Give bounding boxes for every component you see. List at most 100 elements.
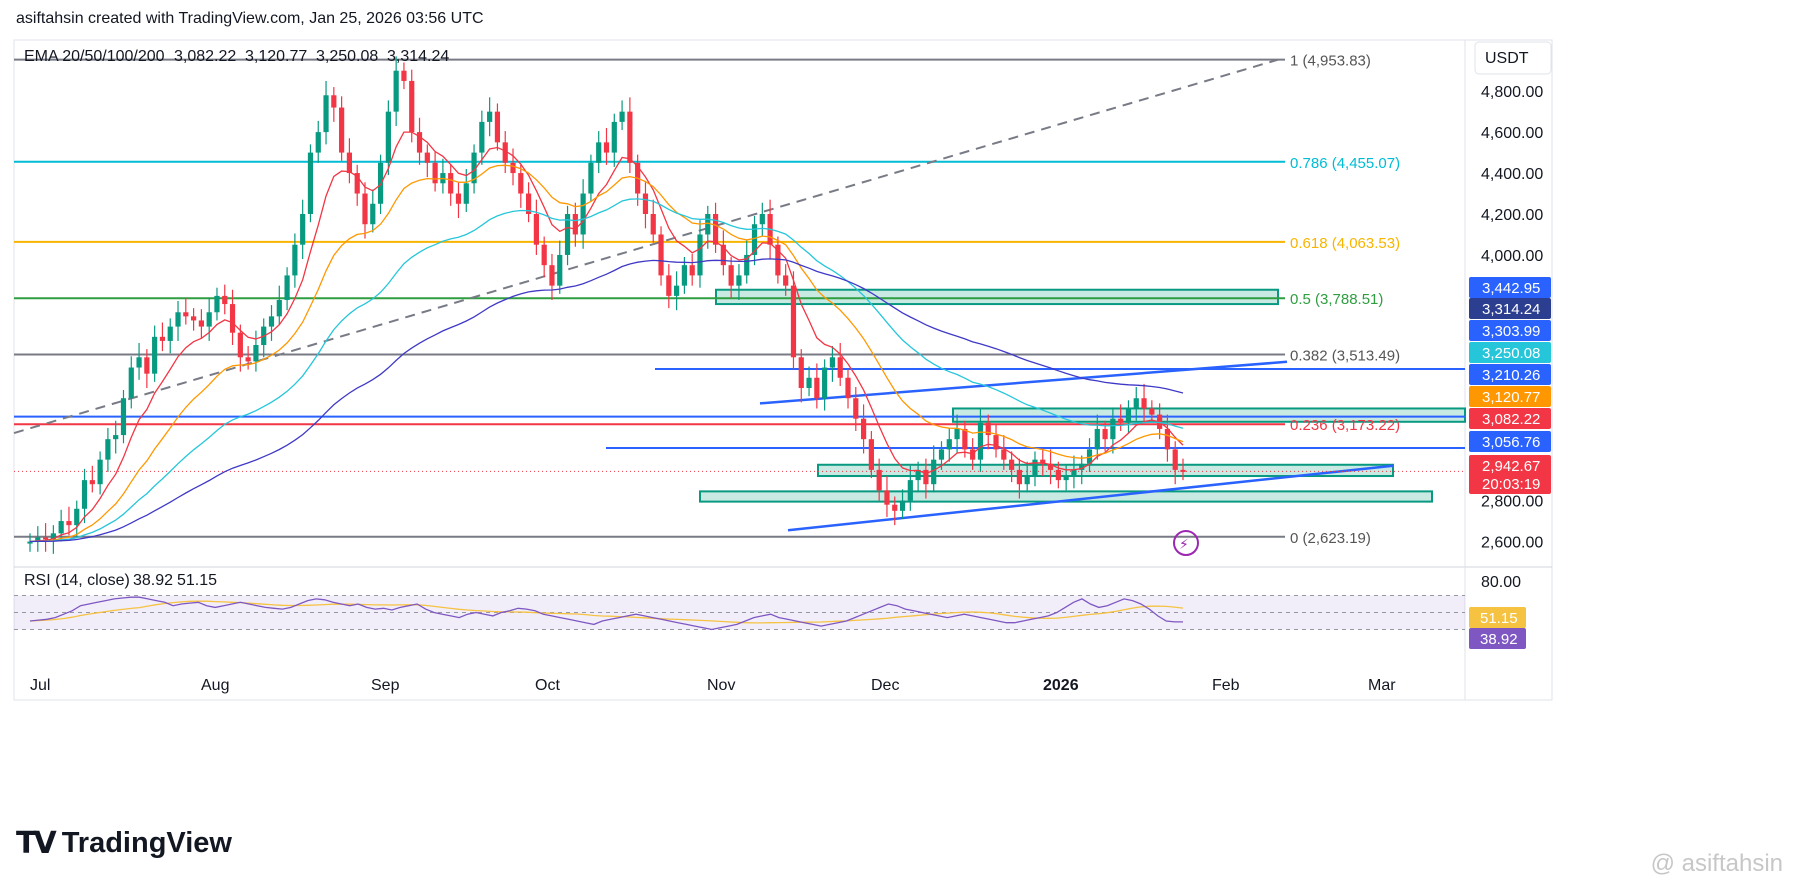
candle-body: [1055, 469, 1061, 481]
candle-body: [206, 312, 212, 327]
watermark: @ asiftahsin: [1650, 850, 1783, 877]
price-tag: 3,303.99: [1469, 320, 1551, 341]
candle-body: [868, 439, 874, 470]
ema-legend-value: 3,314.24: [387, 48, 449, 65]
candle-body: [268, 316, 275, 327]
candle-body: [860, 418, 867, 440]
candle-body: [42, 537, 49, 540]
candle-body: [191, 316, 197, 321]
tradingview-logo-icon: TV: [16, 826, 57, 861]
candle-body: [938, 449, 945, 460]
price-tag: 3,082.22: [1469, 408, 1551, 429]
time-axis-label: Mar: [1368, 677, 1396, 694]
price-tick-label: 4,800.00: [1481, 84, 1543, 101]
candle-body: [479, 121, 485, 153]
price-tick-label: 4,000.00: [1481, 248, 1543, 265]
candle-body: [105, 439, 111, 460]
rsi-tag: 38.92: [1469, 628, 1526, 649]
candle-body: [1094, 428, 1100, 450]
ema-legend-value: 3,250.08: [316, 48, 378, 65]
candle-body: [253, 345, 259, 362]
candle-body: [159, 336, 166, 341]
price-tag-text: 20:03:19: [1482, 476, 1540, 493]
price-tag: 3,250.08: [1469, 342, 1551, 363]
candle-body: [518, 173, 524, 194]
price-tag: 3,120.77: [1469, 386, 1551, 407]
candle-body: [401, 70, 407, 81]
candle-body: [1016, 469, 1022, 485]
candle-body: [892, 504, 898, 511]
trading-chart[interactable]: USDT 4,800.00 4,600.00 4,400.00 4,200.00 4,00…: [0, 0, 1793, 892]
candle-body: [596, 142, 602, 163]
candle-body: [1180, 469, 1186, 472]
candle-body: [728, 265, 734, 286]
candle-body: [549, 265, 555, 286]
candle-body: [1032, 459, 1038, 477]
time-axis-label: Dec: [871, 677, 899, 694]
candle-body: [432, 162, 438, 184]
candle-body: [58, 521, 64, 534]
candle-body: [1141, 398, 1147, 409]
candle-body: [1149, 408, 1155, 415]
candle-body: [666, 275, 672, 296]
candle-body: [510, 162, 516, 174]
candle-body: [931, 459, 937, 485]
candle-body: [822, 367, 828, 399]
candle-body: [1024, 476, 1030, 485]
candle-body: [167, 326, 173, 341]
candle-body: [370, 203, 376, 225]
rsi-tag: 51.15: [1469, 607, 1526, 628]
candle-body: [494, 111, 501, 143]
rsi-tick-label: 80.00: [1481, 574, 1521, 591]
candle-body: [588, 162, 594, 194]
price-tag-text: 3,303.99: [1482, 323, 1540, 340]
candle-body: [409, 80, 415, 133]
ema-legend-value: 3,120.77: [245, 48, 307, 65]
price-tick-label: 4,400.00: [1481, 166, 1543, 183]
rsi-tag-text: 38.92: [1480, 631, 1518, 648]
candle-body: [307, 152, 314, 214]
fib-label: 0.618 (4,063.53): [1290, 235, 1400, 252]
candle-body: [362, 193, 368, 225]
fib-label: 0.5 (3,788.51): [1290, 291, 1383, 308]
candle-body: [572, 214, 578, 235]
candle-body: [689, 265, 695, 276]
candle-body: [557, 254, 563, 286]
price-tag: 20:03:19: [1469, 473, 1551, 494]
candle-body: [829, 357, 836, 368]
fib-label: 0.236 (3,173.22): [1290, 417, 1400, 434]
candle-body: [393, 70, 399, 112]
candle-body: [1172, 449, 1178, 470]
candle-body: [1164, 428, 1171, 450]
candle-body: [970, 449, 976, 460]
time-axis-label: Jul: [30, 677, 50, 694]
price-tag-text: 3,082.22: [1482, 411, 1540, 428]
rsi-tag-text: 51.15: [1480, 610, 1518, 627]
candle-body: [650, 214, 656, 235]
candle-body: [323, 95, 329, 133]
candle-body: [455, 193, 462, 204]
price-tag: 3,056.76: [1469, 431, 1551, 452]
candle-body: [1133, 398, 1139, 409]
tradingview-brand[interactable]: TV TradingView: [16, 826, 232, 861]
candle-body: [284, 275, 290, 300]
candle-body: [74, 508, 80, 526]
price-tag-text: 3,250.08: [1482, 345, 1540, 362]
candle-body: [759, 214, 765, 225]
candle-body: [962, 428, 968, 450]
candle-body: [346, 152, 353, 174]
candle-body: [331, 95, 337, 108]
price-tag: 2,942.67: [1469, 455, 1551, 476]
candle-body: [541, 244, 547, 266]
time-axis-label: Sep: [371, 677, 400, 694]
candle-body: [448, 173, 454, 194]
candle-body: [658, 234, 664, 276]
candle-body: [783, 275, 789, 286]
candle-body: [907, 480, 913, 501]
candle-body: [144, 357, 150, 374]
candle-body: [899, 500, 906, 511]
candle-body: [463, 183, 469, 204]
price-tag: 3,210.26: [1469, 364, 1551, 385]
candle-body: [814, 377, 820, 399]
price-tag: 3,442.95: [1469, 277, 1551, 298]
